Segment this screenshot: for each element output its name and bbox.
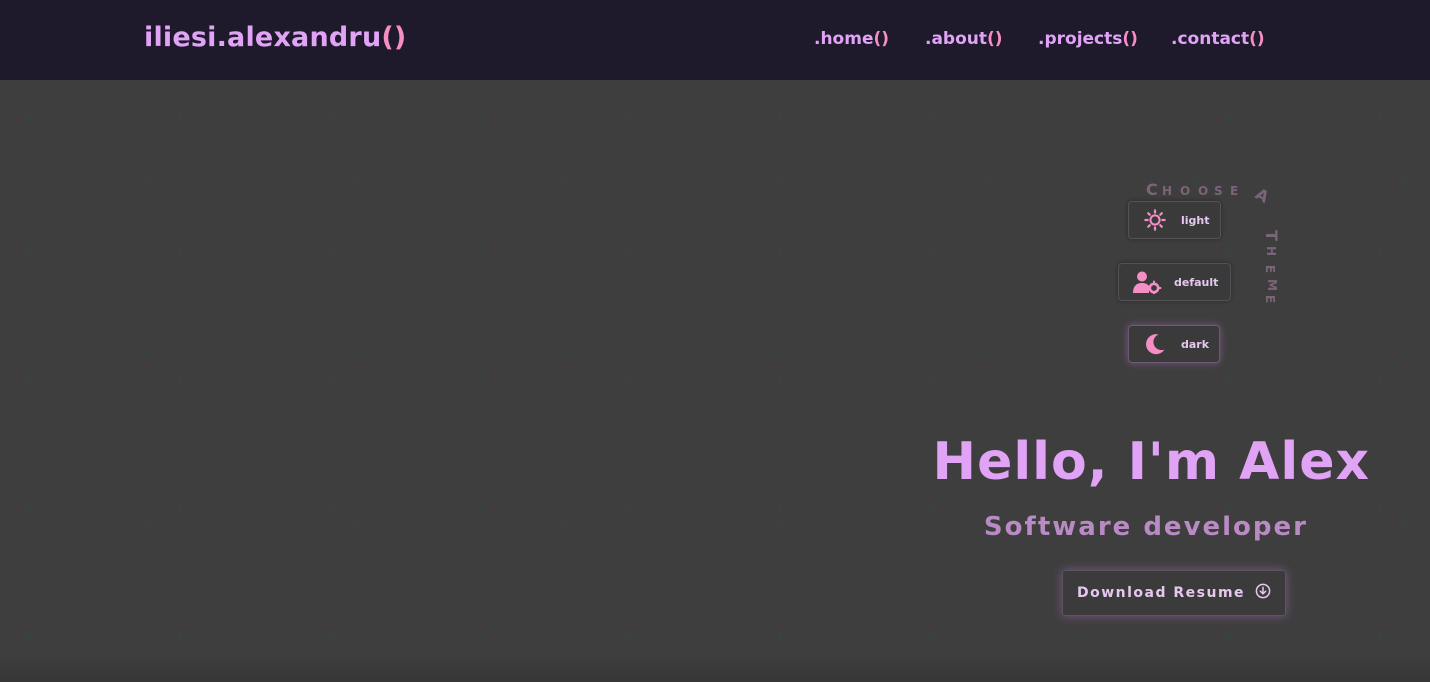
theme-caption-letter: E bbox=[1230, 184, 1239, 198]
theme-caption-letter: H bbox=[1264, 245, 1279, 257]
download-resume-button[interactable]: Download Resume bbox=[1062, 570, 1286, 616]
download-circle-icon bbox=[1255, 583, 1271, 603]
bottom-shade bbox=[0, 652, 1430, 682]
theme-caption-letter: O bbox=[1180, 184, 1191, 198]
theme-button-default[interactable]: default bbox=[1118, 263, 1231, 301]
nav-link-contact-parens: () bbox=[1249, 29, 1265, 49]
nav-link-contact[interactable]: .contact() bbox=[1171, 29, 1265, 49]
theme-button-dark[interactable]: dark bbox=[1128, 325, 1220, 363]
theme-caption-letter: E bbox=[1263, 294, 1278, 304]
nav-link-projects-label: .projects bbox=[1038, 29, 1123, 49]
theme-button-default-label: default bbox=[1174, 275, 1219, 289]
hero-subtitle: Software developer bbox=[983, 512, 1308, 542]
nav-link-home[interactable]: .home() bbox=[814, 29, 889, 49]
nav-link-about-parens: () bbox=[987, 29, 1003, 49]
theme-caption-letter: T bbox=[1261, 230, 1281, 241]
nav-link-projects-parens: () bbox=[1122, 29, 1138, 49]
theme-button-light[interactable]: light bbox=[1128, 201, 1221, 239]
nav-link-about[interactable]: .about() bbox=[925, 29, 1003, 49]
theme-caption-letter: H bbox=[1162, 184, 1173, 198]
theme-caption-letter: S bbox=[1214, 184, 1223, 198]
page: iliesi.alexandru() .home() .about() .pro… bbox=[0, 0, 1430, 682]
nav-link-home-label: .home bbox=[814, 29, 874, 49]
main-nav: .home() .about() .projects() .contact() bbox=[0, 29, 1430, 55]
theme-caption-letter: M bbox=[1264, 279, 1279, 291]
top-navbar: iliesi.alexandru() .home() .about() .pro… bbox=[0, 0, 1430, 80]
sun-icon bbox=[1129, 209, 1181, 231]
nav-link-projects[interactable]: .projects() bbox=[1038, 29, 1138, 49]
theme-caption-letter: O bbox=[1198, 184, 1209, 198]
nav-link-about-label: .about bbox=[925, 29, 988, 49]
moon-icon bbox=[1129, 332, 1181, 356]
theme-caption-letter: E bbox=[1263, 264, 1278, 274]
download-resume-label: Download Resume bbox=[1076, 585, 1246, 601]
nav-link-contact-label: .contact bbox=[1171, 29, 1250, 49]
theme-caption-letter: C bbox=[1146, 180, 1158, 199]
theme-button-dark-label: dark bbox=[1181, 337, 1210, 351]
theme-button-light-label: light bbox=[1181, 213, 1210, 227]
user-gear-icon bbox=[1119, 270, 1174, 294]
nav-link-home-parens: () bbox=[873, 29, 890, 49]
hero-title: Hello, I'm Alex bbox=[932, 432, 1370, 492]
